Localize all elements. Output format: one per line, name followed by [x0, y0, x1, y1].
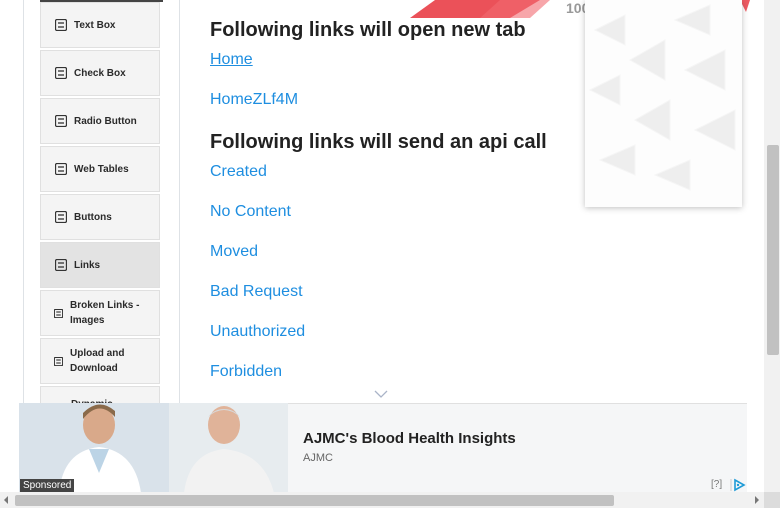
ad-help-link[interactable]: [?]	[711, 479, 722, 490]
ad-source: AJMC	[303, 452, 333, 464]
horizontal-scrollbar-thumb[interactable]	[15, 495, 614, 506]
form-icon	[54, 18, 68, 32]
sidebar-item-broken-links[interactable]: Broken Links - Images	[40, 290, 160, 336]
sidebar-item-label: Links	[74, 259, 101, 271]
no-content-link[interactable]: No Content	[210, 203, 291, 221]
sidebar-item-label: Text Box	[74, 19, 116, 31]
form-icon	[54, 258, 68, 272]
form-icon	[54, 210, 68, 224]
sponsored-badge: Sponsored	[20, 479, 75, 492]
right-ad-box[interactable]	[585, 0, 742, 207]
sidebar-item-links[interactable]: Links	[40, 242, 160, 288]
form-icon	[53, 306, 63, 320]
created-link[interactable]: Created	[210, 163, 267, 181]
ad-title[interactable]: AJMC's Blood Health Insights	[303, 430, 516, 447]
moved-link[interactable]: Moved	[210, 243, 258, 261]
sidebar-item-web-tables[interactable]: Web Tables	[40, 146, 160, 192]
scroll-left-arrow-icon[interactable]	[4, 496, 8, 504]
sidebar-item-check-box[interactable]: Check Box	[40, 50, 160, 96]
page: Text Box Check Box Radio Button Web Tabl…	[0, 0, 780, 508]
scroll-right-arrow-icon[interactable]	[755, 496, 759, 504]
sidebar-item-label: Radio Button	[74, 115, 137, 127]
sidebar-item-label: Upload and Download	[70, 348, 125, 374]
chevron-down-icon[interactable]	[374, 386, 388, 398]
heading-api-call: Following links will send an api call	[210, 131, 547, 153]
sidebar-item-text-box[interactable]: Text Box	[40, 2, 160, 48]
form-icon	[54, 114, 68, 128]
bad-request-link[interactable]: Bad Request	[210, 283, 303, 301]
heading-new-tab: Following links will open new tab	[210, 19, 526, 41]
home-link[interactable]: Home	[210, 51, 253, 69]
forbidden-link[interactable]: Forbidden	[210, 363, 282, 381]
unauthorized-link[interactable]: Unauthorized	[210, 323, 305, 341]
sidebar-item-buttons[interactable]: Buttons	[40, 194, 160, 240]
sidebar-item-label: Buttons	[74, 211, 112, 223]
form-icon	[54, 162, 68, 176]
sidebar-item-upload-download[interactable]: Upload and Download	[40, 338, 160, 384]
scrollbar-corner	[764, 492, 780, 508]
form-icon	[53, 354, 63, 368]
sidebar-item-label: Check Box	[74, 67, 126, 79]
form-icon	[54, 66, 68, 80]
dynamic-home-link[interactable]: HomeZLf4M	[210, 91, 298, 109]
vertical-scrollbar-thumb[interactable]	[767, 145, 779, 355]
sidebar-item-label: Broken Links - Images	[70, 300, 140, 326]
adchoices-icon[interactable]	[730, 478, 746, 492]
sidebar-item-radio-button[interactable]: Radio Button	[40, 98, 160, 144]
sidebar-item-label: Web Tables	[74, 163, 129, 175]
